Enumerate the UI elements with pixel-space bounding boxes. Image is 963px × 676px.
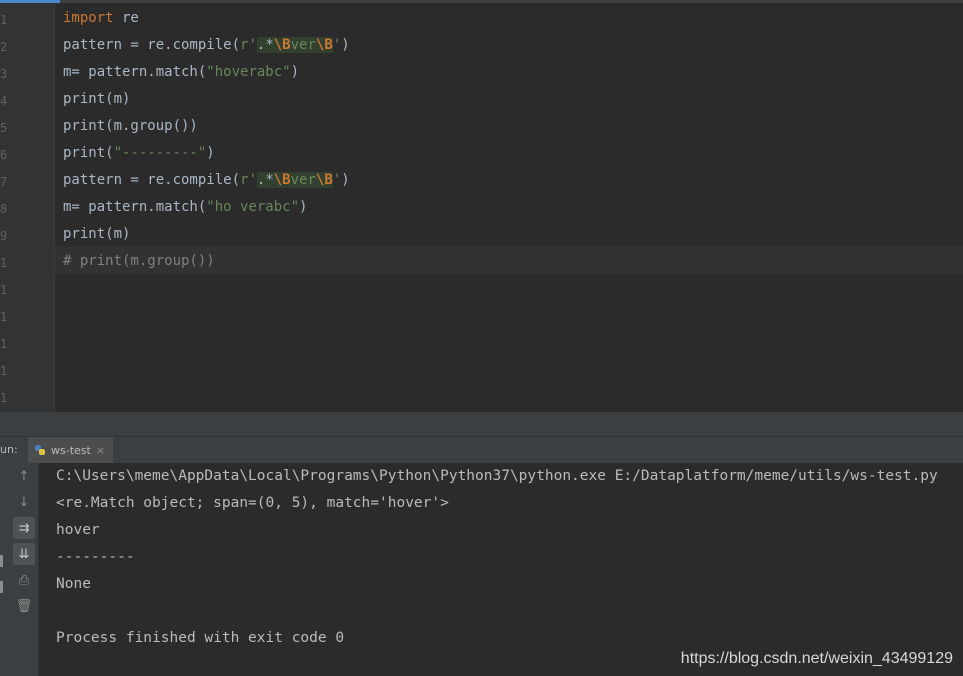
- run-toolbar: ↑ ↓ ⇉ ⇊ ⎙ 🗑: [0, 463, 39, 676]
- code-line[interactable]: print(m.group()): [63, 113, 198, 140]
- string-quote: ': [332, 37, 342, 53]
- code-line[interactable]: print("---------"): [63, 140, 215, 167]
- code-text: m= pattern.match(: [63, 64, 207, 80]
- line-number: 1: [0, 13, 8, 27]
- run-panel-label: un:: [0, 443, 18, 456]
- line-number: 7: [0, 175, 8, 189]
- string-quote: ': [248, 37, 257, 53]
- arrow-down-icon[interactable]: ↓: [13, 491, 35, 513]
- code-line[interactable]: pattern = re.compile(r'.*\Bver\B'): [63, 32, 350, 59]
- code-line-comment[interactable]: # print(m.group()): [63, 248, 215, 275]
- line-number: 15: [0, 391, 8, 405]
- console-line: None: [56, 576, 91, 592]
- close-icon[interactable]: ×: [96, 444, 105, 457]
- regex-escape: \B: [273, 172, 291, 188]
- line-number: 12: [0, 310, 8, 324]
- trash-icon[interactable]: 🗑: [13, 595, 35, 617]
- code-text: ): [299, 199, 308, 215]
- line-number: 5: [0, 121, 8, 135]
- console-line: <re.Match object; span=(0, 5), match='ho…: [56, 495, 449, 511]
- regex-text: .*: [256, 172, 274, 188]
- soft-wrap-icon[interactable]: ⇉: [13, 517, 35, 539]
- code-line[interactable]: print(m): [63, 86, 130, 113]
- scroll-to-end-icon[interactable]: ⇊: [13, 543, 35, 565]
- string-literal: "---------": [113, 145, 207, 161]
- run-panel-header: un: ws-test ×: [0, 436, 963, 464]
- run-tab-label: ws-test: [51, 443, 91, 457]
- line-number: 13: [0, 337, 8, 351]
- regex-text: .*: [256, 37, 274, 53]
- code-text: ): [341, 172, 350, 188]
- print-icon[interactable]: ⎙: [13, 569, 35, 591]
- code-line[interactable]: import re: [63, 5, 139, 32]
- side-marker: [0, 581, 3, 593]
- string-quote: ': [332, 172, 342, 188]
- line-number: 14: [0, 364, 8, 378]
- regex-literal: ver: [290, 172, 316, 188]
- line-number-gutter: 1 2 3 4 5 6 7 8 9 10 11 12 13 14 15: [0, 3, 55, 412]
- code-text: ): [206, 145, 215, 161]
- console-output[interactable]: C:\Users\meme\AppData\Local\Programs\Pyt…: [39, 463, 963, 676]
- console-line: C:\Users\meme\AppData\Local\Programs\Pyt…: [56, 468, 938, 484]
- code-text: m= pattern.match(: [63, 199, 207, 215]
- arrow-up-icon[interactable]: ↑: [13, 465, 35, 487]
- console-line: Process finished with exit code 0: [56, 630, 345, 646]
- regex-escape: \B: [273, 37, 291, 53]
- side-marker: [0, 555, 3, 567]
- editor-top-border: [0, 0, 963, 3]
- line-number: 6: [0, 148, 8, 162]
- code-text: ): [341, 37, 350, 53]
- string-quote: ': [248, 172, 257, 188]
- keyword-import: import: [63, 10, 114, 26]
- console-line: hover: [56, 522, 100, 538]
- panel-splitter[interactable]: [0, 412, 963, 436]
- regex-escape: \B: [315, 37, 333, 53]
- code-line[interactable]: pattern = re.compile(r'.*\Bver\B'): [63, 167, 350, 194]
- string-literal: "ho verabc": [206, 199, 300, 215]
- code-line[interactable]: m= pattern.match("ho verabc"): [63, 194, 307, 221]
- line-number: 8: [0, 202, 8, 216]
- code-line[interactable]: print(m): [63, 221, 130, 248]
- code-text: ): [290, 64, 300, 80]
- code-editor[interactable]: 1 2 3 4 5 6 7 8 9 10 11 12 13 14 15 impo…: [0, 0, 963, 412]
- line-number: 2: [0, 40, 8, 54]
- code-line[interactable]: m= pattern.match("hoverabc"): [63, 59, 299, 86]
- line-number: 3: [0, 67, 8, 81]
- code-text: pattern = re.compile(: [63, 37, 241, 53]
- console-line: ---------: [56, 549, 135, 565]
- code-text: pattern = re.compile(: [63, 172, 241, 188]
- code-text: re: [113, 10, 139, 26]
- line-number: 9: [0, 229, 8, 243]
- regex-escape: \B: [315, 172, 333, 188]
- regex-literal: ver: [290, 37, 316, 53]
- line-number: 4: [0, 94, 8, 108]
- run-tab-ws-test[interactable]: ws-test ×: [28, 437, 114, 463]
- python-icon: [34, 444, 46, 456]
- code-text: print(: [63, 145, 114, 161]
- line-number: 11: [0, 283, 8, 297]
- string-literal: "hoverabc": [206, 64, 291, 80]
- line-number: 10: [0, 256, 8, 270]
- watermark-text: https://blog.csdn.net/weixin_43499129: [680, 650, 953, 667]
